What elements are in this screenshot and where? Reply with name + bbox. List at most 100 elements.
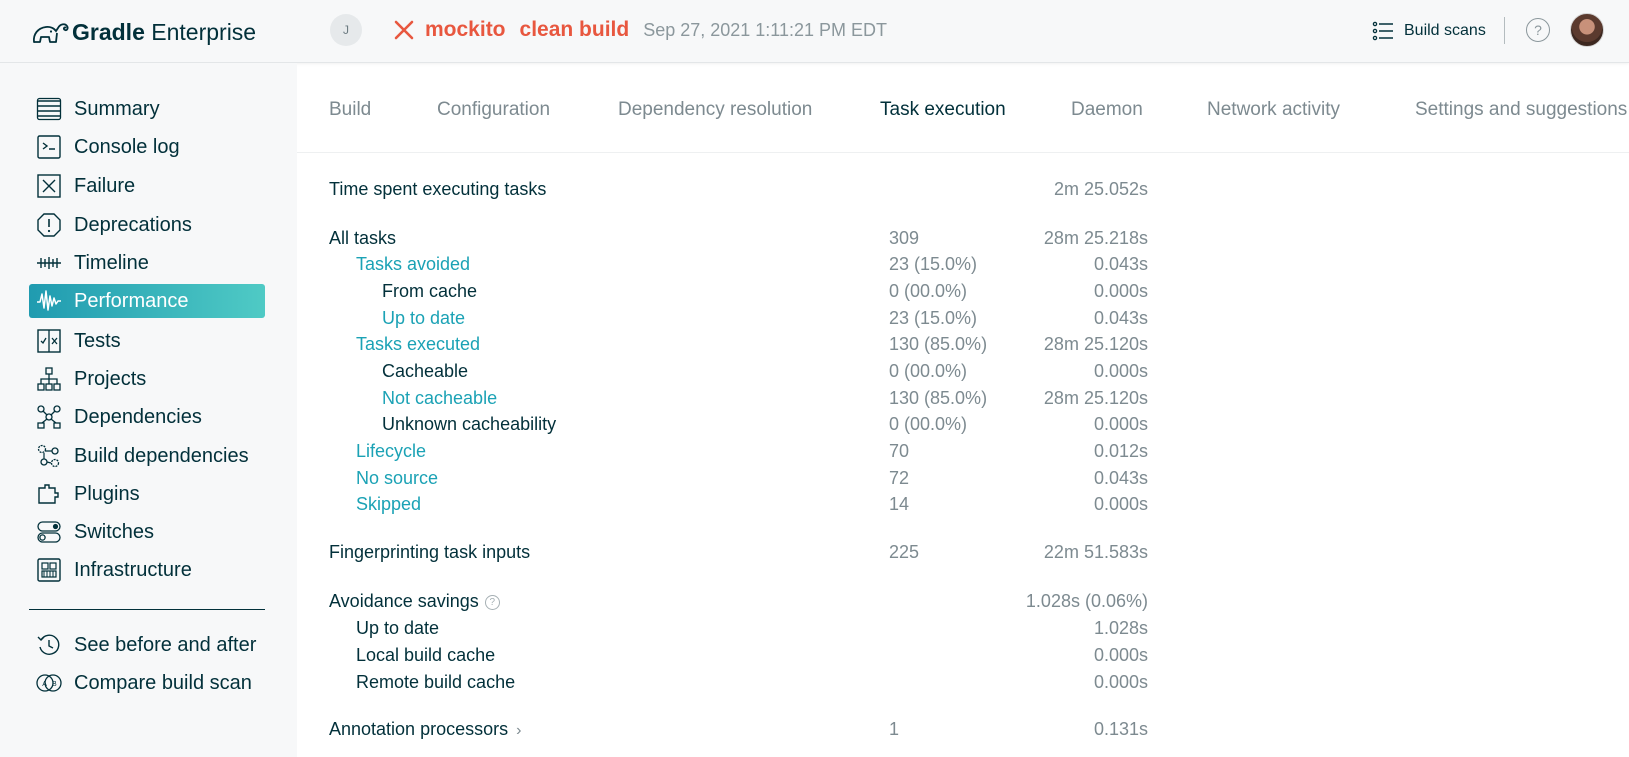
metric-time: 0.131s: [1093, 719, 1148, 739]
metric-label: From cache: [382, 281, 478, 301]
metric-time: 0.000s: [1093, 645, 1148, 665]
metric-row-avoidance-savings: Avoidance savings? 1.028s (0.06%): [0, 591, 1629, 615]
metric-label: Annotation processors: [329, 719, 509, 739]
avoidance-savings-heading: Avoidance savings?: [329, 591, 500, 612]
metric-count: 130 (85.0%): [889, 388, 988, 408]
console-icon: [36, 134, 62, 160]
metric-row-from-cache: From cache 0 (00.0%) 0.000s: [0, 281, 1629, 305]
metric-time: 0.012s: [1093, 441, 1148, 461]
metric-time: 2m 25.052s: [1053, 179, 1148, 199]
metric-count: 1: [889, 719, 900, 739]
metric-count: 0 (00.0%): [889, 361, 968, 381]
help-question-icon[interactable]: ?: [484, 595, 500, 610]
metric-row-local-build-cache: Local build cache 0.000s: [0, 645, 1629, 669]
tab-daemon[interactable]: Daemon: [1071, 99, 1143, 121]
metric-label: Local build cache: [356, 645, 496, 665]
metric-time: 0.000s: [1093, 361, 1148, 381]
not-cacheable-link[interactable]: Not cacheable: [382, 388, 497, 409]
metric-row-skipped: Skipped 14 0.000s: [0, 494, 1629, 518]
tasks-avoided-link[interactable]: Tasks avoided: [356, 254, 470, 275]
metric-count: 14: [889, 494, 910, 514]
metric-time: 22m 51.583s: [1043, 542, 1148, 562]
metric-count: 0 (00.0%): [889, 414, 968, 434]
metric-row-cacheable: Cacheable 0 (00.0%) 0.000s: [0, 361, 1629, 385]
metric-row-lifecycle: Lifecycle 70 0.012s: [0, 441, 1629, 465]
summary-icon: [36, 96, 62, 122]
metric-row-unknown-cacheability: Unknown cacheability 0 (00.0%) 0.000s: [0, 414, 1629, 438]
metric-time: 0.000s: [1093, 494, 1148, 514]
tab-settings-and-suggestions[interactable]: Settings and suggestions: [1415, 99, 1627, 121]
metric-count: 0 (00.0%): [889, 281, 968, 301]
performance-tabs: Build Configuration Dependency resolutio…: [297, 63, 1629, 153]
metric-count: 130 (85.0%): [889, 334, 988, 354]
skipped-link[interactable]: Skipped: [356, 494, 421, 515]
up-to-date-link[interactable]: Up to date: [382, 308, 465, 329]
sidebar-item-console-log[interactable]: Console log: [29, 130, 265, 164]
metric-count: 309: [889, 228, 920, 248]
chevron-right-icon: ›: [516, 722, 522, 739]
metric-count: 72: [889, 468, 910, 488]
tab-build[interactable]: Build: [329, 99, 371, 121]
brand-name: Gradle: [72, 18, 145, 45]
metric-label: Avoidance savings: [329, 591, 479, 611]
metric-label: Unknown cacheability: [382, 414, 557, 434]
tab-task-execution[interactable]: Task execution: [880, 99, 1006, 121]
metric-count: 70: [889, 441, 910, 461]
metric-time: 28m 25.120s: [1043, 334, 1148, 354]
metric-time: 0.000s: [1093, 414, 1148, 434]
build-scans-label: Build scans: [1404, 22, 1486, 39]
lifecycle-link[interactable]: Lifecycle: [356, 441, 426, 462]
metric-row-tasks-avoided: Tasks avoided 23 (15.0%) 0.043s: [0, 254, 1629, 278]
metric-time: 0.043s: [1093, 468, 1148, 488]
brand-suffix: Enterprise: [151, 18, 257, 45]
metric-row-up-to-date: Up to date 23 (15.0%) 0.043s: [0, 308, 1629, 332]
metric-label: Up to date: [356, 618, 440, 638]
metric-row-remote-build-cache: Remote build cache 0.000s: [0, 672, 1629, 696]
build-title: mockito clean build Sep 27, 2021 1:11:21…: [393, 14, 887, 46]
metric-time: 0.043s: [1093, 254, 1148, 274]
sidebar-item-summary[interactable]: Summary: [29, 92, 265, 126]
sidebar-item-label: Summary: [74, 97, 160, 120]
top-header: Gradle Enterprise J mockito clean build …: [0, 0, 1629, 63]
metric-row-annotation-processors[interactable]: Annotation processors › 1 0.131s: [0, 719, 1629, 743]
user-avatar[interactable]: [1570, 13, 1604, 47]
metric-row-time-spent: Time spent executing tasks 2m 25.052s: [0, 179, 1629, 203]
failed-x-icon: [394, 20, 414, 40]
metric-row-tasks-executed: Tasks executed 130 (85.0%) 28m 25.120s: [0, 334, 1629, 358]
elephant-icon: [33, 23, 69, 43]
metric-time: 0.000s: [1093, 672, 1148, 692]
metric-time: 1.028s (0.06%): [1025, 591, 1148, 611]
help-icon[interactable]: ?: [1526, 18, 1550, 42]
metric-time: 0.000s: [1093, 281, 1148, 301]
metric-label: Remote build cache: [356, 672, 516, 692]
metric-row-no-source: No source 72 0.043s: [0, 468, 1629, 492]
metric-label: Cacheable: [382, 361, 469, 381]
metric-label: All tasks: [329, 228, 397, 248]
metric-time: 0.043s: [1093, 308, 1148, 328]
gradle-logo[interactable]: Gradle Enterprise: [30, 12, 256, 52]
metric-time: 28m 25.120s: [1043, 388, 1148, 408]
metric-label: Time spent executing tasks: [329, 179, 547, 199]
annotation-processors-toggle[interactable]: Annotation processors ›: [329, 719, 521, 740]
header-divider: [1504, 17, 1505, 44]
metric-row-savings-up-to-date: Up to date 1.028s: [0, 618, 1629, 642]
tasks-executed-link[interactable]: Tasks executed: [356, 334, 480, 355]
no-source-link[interactable]: No source: [356, 468, 438, 489]
metric-row-not-cacheable: Not cacheable 130 (85.0%) 28m 25.120s: [0, 388, 1629, 412]
project-name: mockito: [425, 18, 506, 41]
metric-count: 225: [889, 542, 920, 562]
metric-count: 23 (15.0%): [889, 254, 978, 274]
tab-dependency-resolution[interactable]: Dependency resolution: [618, 99, 812, 121]
tab-network-activity[interactable]: Network activity: [1207, 99, 1340, 121]
build-date: Sep 27, 2021 1:11:21 PM EDT: [643, 19, 888, 40]
metric-label: Fingerprinting task inputs: [329, 542, 531, 562]
sidebar-item-label: Console log: [74, 135, 180, 158]
metric-count: 23 (15.0%): [889, 308, 978, 328]
build-scans-link[interactable]: Build scans: [1372, 16, 1486, 46]
requested-tasks: clean build: [519, 18, 630, 41]
user-initial-chip[interactable]: J: [330, 14, 362, 46]
metric-time: 1.028s: [1093, 618, 1148, 638]
tab-configuration[interactable]: Configuration: [437, 99, 550, 121]
list-icon: [1372, 21, 1393, 41]
metric-row-all-tasks: All tasks 309 28m 25.218s: [0, 228, 1629, 252]
